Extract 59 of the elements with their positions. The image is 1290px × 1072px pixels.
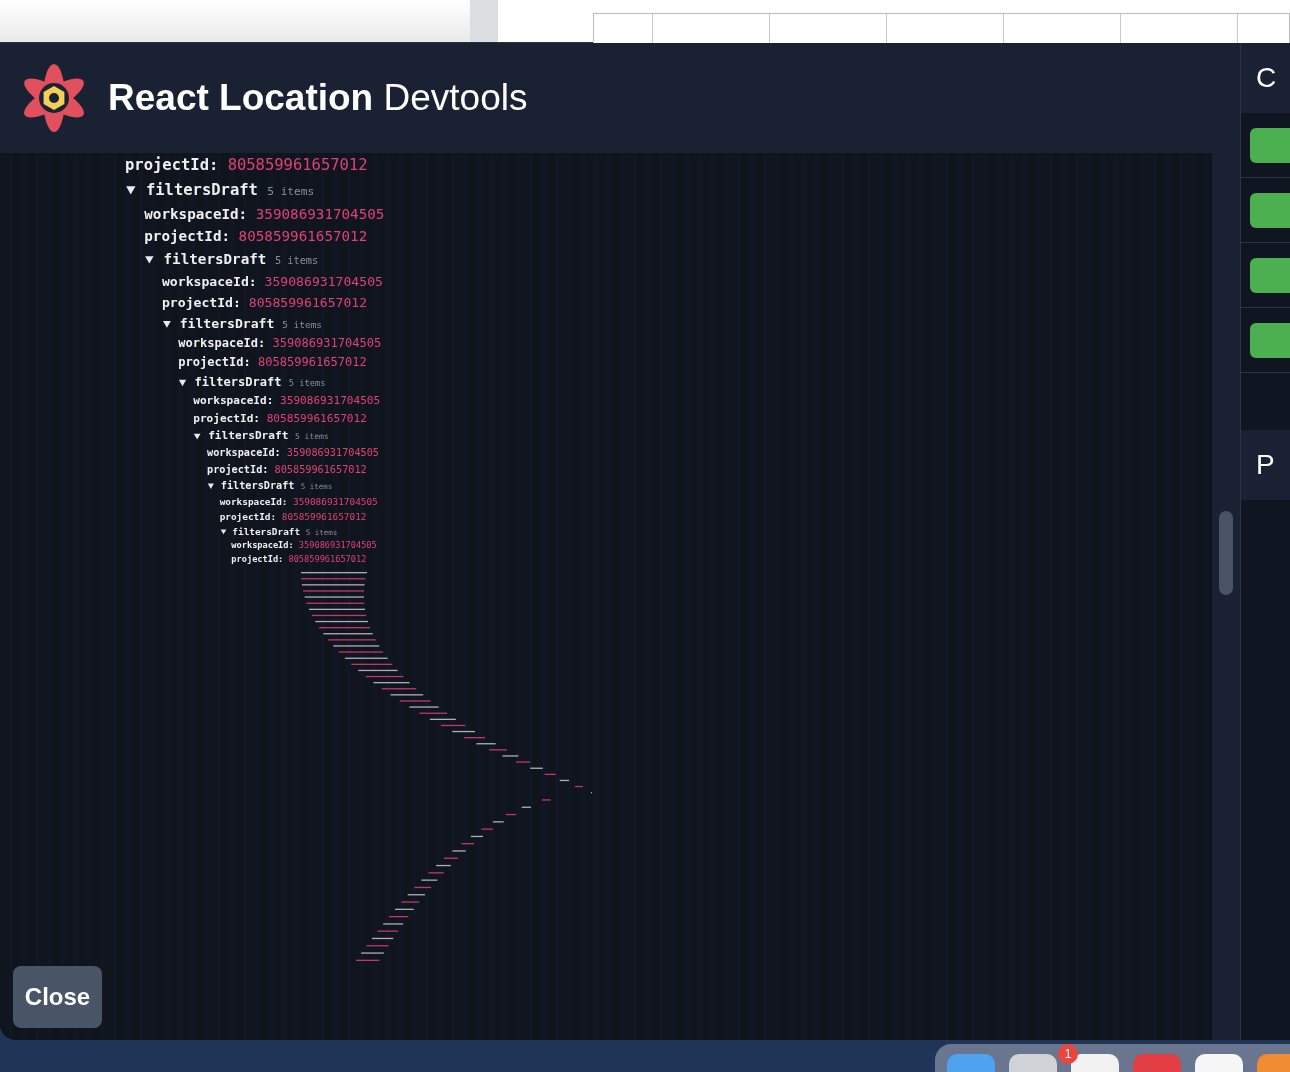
item-count: 5 items bbox=[267, 183, 315, 200]
object-key[interactable]: filtersDraft bbox=[232, 524, 301, 540]
item-count: 5 items bbox=[282, 318, 322, 333]
action-button[interactable] bbox=[1250, 257, 1290, 293]
property-value: 359086931704505 bbox=[264, 273, 383, 292]
property-value: 805859961657012 bbox=[288, 553, 367, 567]
property-value: 805859961657012 bbox=[274, 462, 367, 477]
object-key[interactable]: filtersDraft bbox=[220, 477, 295, 495]
property-value: 359086931704505 bbox=[286, 446, 379, 461]
object-key[interactable]: filtersDraft bbox=[163, 248, 267, 272]
property-key: workspaceId: bbox=[161, 271, 257, 293]
property-key: projectId: bbox=[207, 461, 269, 478]
property-value: 805859961657012 bbox=[248, 294, 368, 313]
collapse-arrow-icon[interactable] bbox=[219, 528, 227, 536]
collapse-arrow-icon[interactable] bbox=[178, 377, 188, 387]
property-key: workspaceId: bbox=[144, 202, 248, 226]
object-key[interactable]: filtersDraft bbox=[208, 427, 289, 446]
property-key: projectId: bbox=[178, 353, 251, 373]
app-title: React Location Devtools bbox=[108, 77, 528, 119]
property-value: 805859961657012 bbox=[227, 155, 368, 176]
property-key: workspaceId: bbox=[207, 445, 281, 462]
collapse-arrow-icon[interactable] bbox=[193, 432, 202, 441]
property-key: projectId: bbox=[161, 292, 241, 314]
property-value: 805859961657012 bbox=[258, 354, 367, 372]
property-value: 805859961657012 bbox=[281, 510, 367, 525]
item-count: 5 items bbox=[288, 376, 326, 390]
collapse-arrow-icon[interactable] bbox=[207, 482, 215, 490]
property-value: 359086931704505 bbox=[272, 335, 382, 353]
notification-badge: 1 bbox=[1058, 1044, 1078, 1064]
app-divider-bar bbox=[470, 0, 498, 42]
collapse-arrow-icon[interactable] bbox=[125, 184, 137, 196]
property-key: projectId: bbox=[144, 225, 231, 249]
property-key: workspaceId: bbox=[219, 494, 288, 510]
property-key: projectId: bbox=[125, 153, 219, 178]
action-button[interactable] bbox=[1250, 322, 1290, 358]
property-value: 359086931704505 bbox=[280, 392, 381, 409]
action-button[interactable] bbox=[1250, 192, 1290, 228]
property-value: 805859961657012 bbox=[238, 227, 368, 247]
property-key: workspaceId: bbox=[231, 539, 294, 554]
property-value: 359086931704505 bbox=[298, 539, 377, 553]
item-count: 5 items bbox=[275, 253, 319, 269]
object-key[interactable]: filtersDraft bbox=[145, 177, 258, 203]
property-key: projectId: bbox=[231, 553, 284, 567]
panel-heading: P bbox=[1241, 430, 1290, 500]
property-key: workspaceId: bbox=[178, 334, 266, 354]
property-value: 359086931704505 bbox=[293, 495, 378, 510]
property-value: 359086931704505 bbox=[255, 204, 385, 224]
collapse-arrow-icon[interactable] bbox=[144, 254, 155, 265]
property-value: 805859961657012 bbox=[266, 410, 367, 427]
property-key: workspaceId: bbox=[193, 391, 274, 410]
panel-heading: C bbox=[1241, 43, 1290, 113]
property-key: projectId: bbox=[193, 409, 260, 428]
scrollbar-thumb[interactable] bbox=[1219, 511, 1233, 595]
object-key[interactable]: filtersDraft bbox=[179, 313, 275, 335]
property-key: projectId: bbox=[219, 509, 277, 525]
collapse-arrow-icon[interactable] bbox=[161, 318, 172, 329]
object-key[interactable]: filtersDraft bbox=[194, 372, 282, 392]
close-button[interactable]: Close bbox=[13, 966, 102, 1028]
action-button[interactable] bbox=[1250, 127, 1290, 163]
